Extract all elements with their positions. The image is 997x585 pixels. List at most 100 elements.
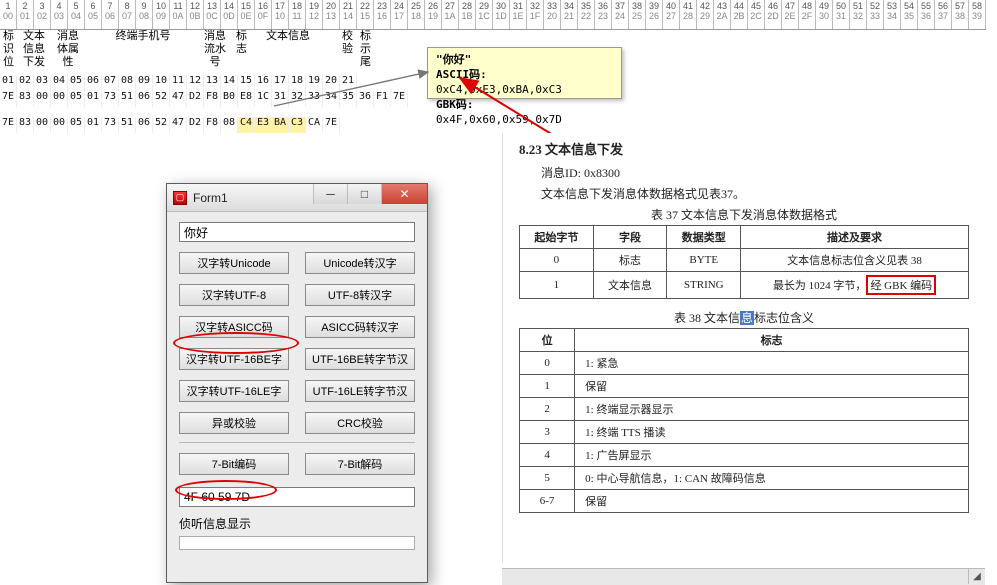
ruler-col: 4027 <box>663 0 680 29</box>
ruler-col: 100 <box>0 0 17 29</box>
hex-byte-cell: F8 <box>204 91 221 107</box>
hex-byte-cell: BA <box>272 117 289 133</box>
ruler-col: 5839 <box>969 0 986 29</box>
table-cell: STRING <box>667 272 741 299</box>
hex-byte-cell: C4 <box>238 117 255 133</box>
encoding-tooltip: "你好" ASCII码: 0xC4,0xE3,0xBA,0xC3 GBK码: 0… <box>427 47 622 99</box>
ruler-col: 442B <box>731 0 748 29</box>
source-text-input[interactable] <box>179 222 415 242</box>
doc-caption-38-highlight: 息 <box>740 311 754 325</box>
convert-button[interactable]: 汉字转Unicode <box>179 252 289 274</box>
hex-byte-cell: 1C <box>255 91 272 107</box>
hex-byte-cell: 01 <box>85 117 102 133</box>
field-label: 标 志 <box>233 30 250 56</box>
convert-button[interactable]: UTF-16LE转字节汉 <box>305 380 415 402</box>
table-cell: 6-7 <box>520 490 575 513</box>
hex-byte-cell: 02 <box>17 75 34 91</box>
table-row: 31: 终端 TTS 播读 <box>520 421 969 444</box>
ruler-col: 3421 <box>561 0 578 29</box>
ruler-col: 5031 <box>833 0 850 29</box>
convert-button[interactable]: 异或校验 <box>179 412 289 434</box>
column-index-row: 0102030405060708091011121314151617181920… <box>0 75 357 91</box>
convert-button[interactable]: 7-Bit编码 <box>179 453 289 475</box>
hex-byte-cell: E3 <box>255 117 272 133</box>
convert-button[interactable]: UTF-8转汉字 <box>305 284 415 306</box>
table-cell: 3 <box>520 421 575 444</box>
doc-heading: 8.23 文本信息下发 <box>519 139 969 158</box>
table-cell: 1: 紧急 <box>575 352 969 375</box>
hex-byte-cell: 33 <box>306 91 323 107</box>
convert-button[interactable]: UTF-16BE转字节汉 <box>305 348 415 370</box>
ruler-col: 140D <box>221 0 238 29</box>
hex-byte-cell: 11 <box>170 75 187 91</box>
ruler-col: 2619 <box>425 0 442 29</box>
hex-byte-cell: 20 <box>323 75 340 91</box>
table-cell: 最长为 1024 字节，经 GBK 编码 <box>741 272 969 299</box>
convert-button[interactable]: ASICC码转汉字 <box>305 316 415 338</box>
ruler-col: 301D <box>493 0 510 29</box>
hex-byte-cell: 32 <box>289 91 306 107</box>
ruler-col: 5738 <box>952 0 969 29</box>
doc-horizontal-scrollbar[interactable]: ◢ <box>502 568 985 585</box>
listen-display <box>179 536 415 550</box>
table-cell: 1 <box>520 272 594 299</box>
hex-byte-cell: 7E <box>323 117 340 133</box>
hex-byte-cell: 05 <box>68 117 85 133</box>
table-row: 6-7保留 <box>520 490 969 513</box>
ruler-col: 3724 <box>612 0 629 29</box>
doc-caption-37: 表 37 文本信息下发消息体数据格式 <box>519 206 969 223</box>
convert-button[interactable]: 7-Bit解码 <box>305 453 415 475</box>
hex-byte-cell: 00 <box>51 91 68 107</box>
convert-button[interactable]: 汉字转UTF-8 <box>179 284 289 306</box>
ruler-col: 403 <box>51 0 68 29</box>
ruler-col: 1710 <box>272 0 289 29</box>
ruler-col: 4930 <box>816 0 833 29</box>
hex-byte-cell: 83 <box>17 117 34 133</box>
doc-intro: 文本信息下发消息体数据格式见表37。 <box>541 185 969 202</box>
hex-byte-cell: 73 <box>102 91 119 107</box>
doc-caption-38: 表 38 文本信息标志位含义 <box>519 309 969 326</box>
window-titlebar[interactable]: ▢ Form1 ─ □ ✕ <box>167 184 427 212</box>
maximize-button[interactable]: □ <box>347 184 381 204</box>
ruler-col: 3320 <box>544 0 561 29</box>
table-row: 50: 中心导航信息，1: CAN 故障码信息 <box>520 467 969 490</box>
table-cell: 1 <box>520 375 575 398</box>
table-cell: 文本信息标志位含义见表 38 <box>741 249 969 272</box>
ruler-col: 110A <box>170 0 187 29</box>
table-cell: 保留 <box>575 375 969 398</box>
ruler-col: 291C <box>476 0 493 29</box>
ruler-col: 120B <box>187 0 204 29</box>
hex-byte-cell: B0 <box>221 91 238 107</box>
field-label: 标 识 位 <box>0 30 17 69</box>
convert-button[interactable]: CRC校验 <box>305 412 415 434</box>
close-button[interactable]: ✕ <box>381 184 427 204</box>
ruler-col: 150E <box>238 0 255 29</box>
ruler-col: 706 <box>102 0 119 29</box>
minimize-button[interactable]: ─ <box>313 184 347 204</box>
ruler-col: 321F <box>527 0 544 29</box>
resize-grip-icon[interactable]: ◢ <box>968 569 985 584</box>
hex-byte-cell: 47 <box>170 117 187 133</box>
convert-button[interactable]: 汉字转UTF-16LE字 <box>179 380 289 402</box>
field-label: 文本信息 <box>254 30 322 43</box>
ruler-col: 1811 <box>289 0 306 29</box>
result-output[interactable] <box>179 487 415 507</box>
hex-byte-cell: 05 <box>68 91 85 107</box>
hex-byte-cell: 09 <box>136 75 153 91</box>
hex-byte-cell: 00 <box>51 117 68 133</box>
ruler-col: 5334 <box>884 0 901 29</box>
ruler-col: 271A <box>442 0 459 29</box>
convert-button[interactable]: 汉字转ASICC码 <box>179 316 289 338</box>
hex-byte-cell: 01 <box>85 91 102 107</box>
ruler-col: 4229 <box>697 0 714 29</box>
hex-byte-cell: 07 <box>102 75 119 91</box>
ruler-col: 5536 <box>918 0 935 29</box>
table-header-cell: 标志 <box>575 329 969 352</box>
ruler-col: 2114 <box>340 0 357 29</box>
convert-button[interactable]: Unicode转汉字 <box>305 252 415 274</box>
ruler-col: 160F <box>255 0 272 29</box>
convert-button[interactable]: 汉字转UTF-16BE字 <box>179 348 289 370</box>
ruler-col: 4128 <box>680 0 697 29</box>
hex-byte-cell: 7E <box>0 117 17 133</box>
hex-byte-cell: 03 <box>34 75 51 91</box>
